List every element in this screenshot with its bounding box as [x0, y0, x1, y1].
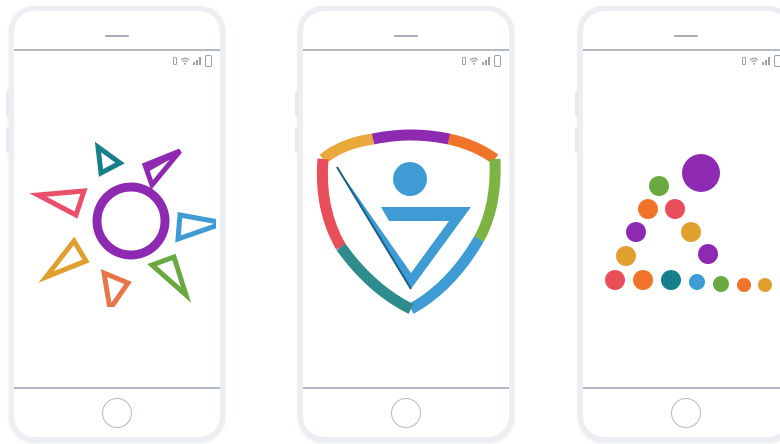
signal-icon	[762, 57, 770, 65]
screen-bottom-edge	[14, 387, 220, 389]
ray-purple	[141, 148, 182, 191]
battery-icon	[774, 55, 780, 67]
dot-teal-base	[661, 270, 681, 290]
wifi-icon	[180, 57, 190, 65]
shield-right-green	[474, 158, 501, 242]
side-button	[295, 91, 298, 117]
signal-icon	[482, 57, 490, 65]
shield-top-orange	[447, 133, 499, 164]
side-button	[6, 127, 9, 153]
ray-blue	[175, 212, 216, 243]
speaker-grille	[674, 35, 698, 37]
dot-orange-top	[638, 199, 658, 219]
shield-left-teal	[336, 243, 414, 314]
speaker-grille	[105, 35, 129, 37]
dot-blue-base	[689, 274, 705, 290]
side-button	[295, 127, 298, 153]
ray-teal	[94, 141, 125, 177]
dot-green	[649, 176, 669, 196]
status-bar	[742, 55, 780, 67]
dot-gold-small	[758, 278, 772, 292]
dot-triangle-logo	[605, 154, 772, 292]
ray-green	[147, 253, 192, 303]
dot-red-top	[665, 199, 685, 219]
shield-v-logo	[316, 129, 501, 314]
battery-small-icon	[462, 57, 466, 65]
sun-ring-logo	[29, 141, 216, 307]
home-button[interactable]	[671, 398, 701, 428]
shield-top-gold	[319, 133, 374, 164]
screen-top-edge	[14, 49, 220, 51]
dot-purple-large	[682, 154, 720, 192]
speaker-grille	[394, 35, 418, 37]
side-button	[6, 91, 9, 117]
screen-top-edge	[583, 49, 780, 51]
screen-bottom-edge	[583, 387, 780, 389]
side-button	[575, 127, 578, 153]
status-bar	[462, 55, 501, 67]
wifi-icon	[749, 57, 759, 65]
phone-mockup-1	[6, 6, 225, 442]
home-button[interactable]	[102, 398, 132, 428]
screen-bottom-edge	[303, 387, 509, 389]
ray-gold	[38, 236, 90, 283]
signal-icon	[193, 57, 201, 65]
phone-mockup-3	[575, 6, 780, 442]
ring-mark	[92, 182, 170, 260]
wifi-icon	[469, 57, 479, 65]
battery-icon	[205, 55, 212, 67]
ray-red	[29, 188, 88, 219]
head-dot	[393, 162, 427, 196]
status-bar	[173, 55, 212, 67]
home-button[interactable]	[391, 398, 421, 428]
shield-left-red	[316, 158, 346, 250]
battery-small-icon	[173, 57, 177, 65]
dot-purple-right	[698, 244, 718, 264]
shield-top-purple	[371, 129, 451, 145]
screen-top-edge	[303, 49, 509, 51]
dot-gold-right	[681, 222, 701, 242]
battery-icon	[494, 55, 501, 67]
ray-orange	[100, 268, 132, 307]
dot-gold-left	[616, 246, 636, 266]
dot-orange-small	[737, 278, 751, 292]
dot-purple-left	[626, 222, 646, 242]
dot-orange-base	[633, 270, 653, 290]
phone-mockup-2	[295, 6, 514, 442]
dot-green-base	[713, 276, 729, 292]
dot-red-base	[605, 270, 625, 290]
battery-small-icon	[742, 57, 746, 65]
side-button	[575, 91, 578, 117]
